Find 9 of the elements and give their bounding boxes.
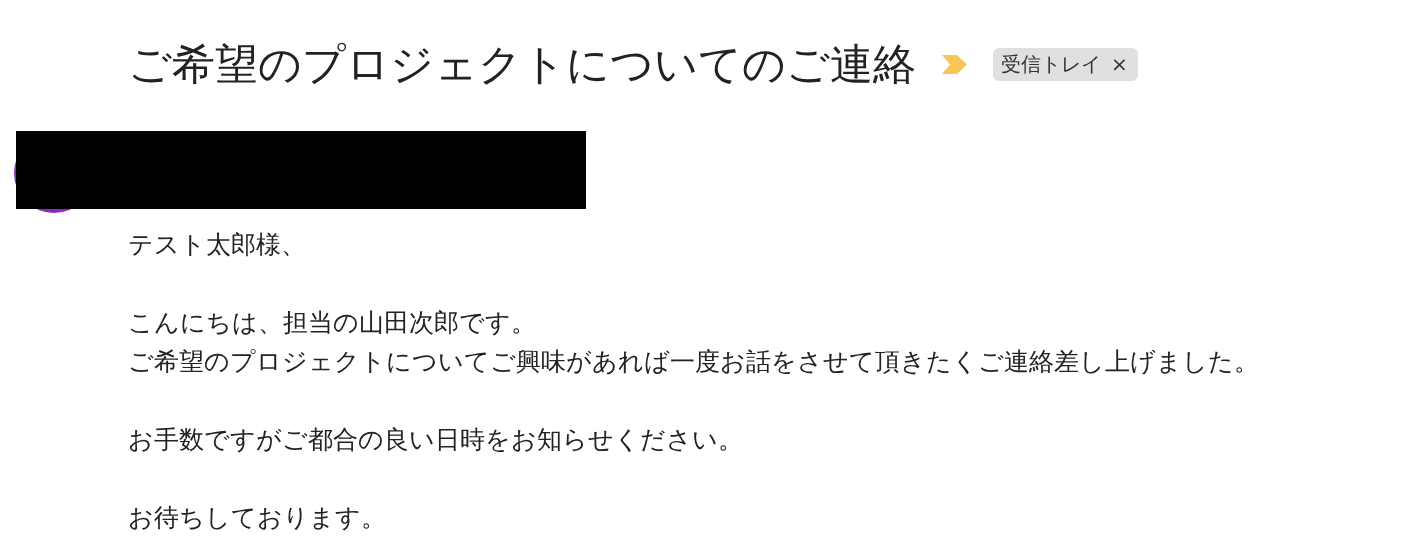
importance-marker-icon[interactable] bbox=[942, 54, 967, 74]
label-text: 受信トレイ bbox=[1001, 50, 1101, 78]
body-text-line: お待ちしております。 bbox=[128, 502, 387, 534]
body-text-line: テスト太郎様、 bbox=[128, 229, 307, 261]
body-text-line: こんにちは、担当の山田次郎です。 bbox=[128, 307, 537, 339]
body-text-line: お手数ですがご都合の良い日時をお知らせください。 bbox=[128, 424, 744, 456]
email-subject: ご希望のプロジェクトについてのご連絡 bbox=[128, 38, 916, 90]
body-text-line: ご希望のプロジェクトについてご興味があれば一度お話をさせて頂きたくご連絡差し上げました。 bbox=[128, 346, 1260, 378]
remove-label-button[interactable]: × bbox=[1111, 52, 1128, 76]
